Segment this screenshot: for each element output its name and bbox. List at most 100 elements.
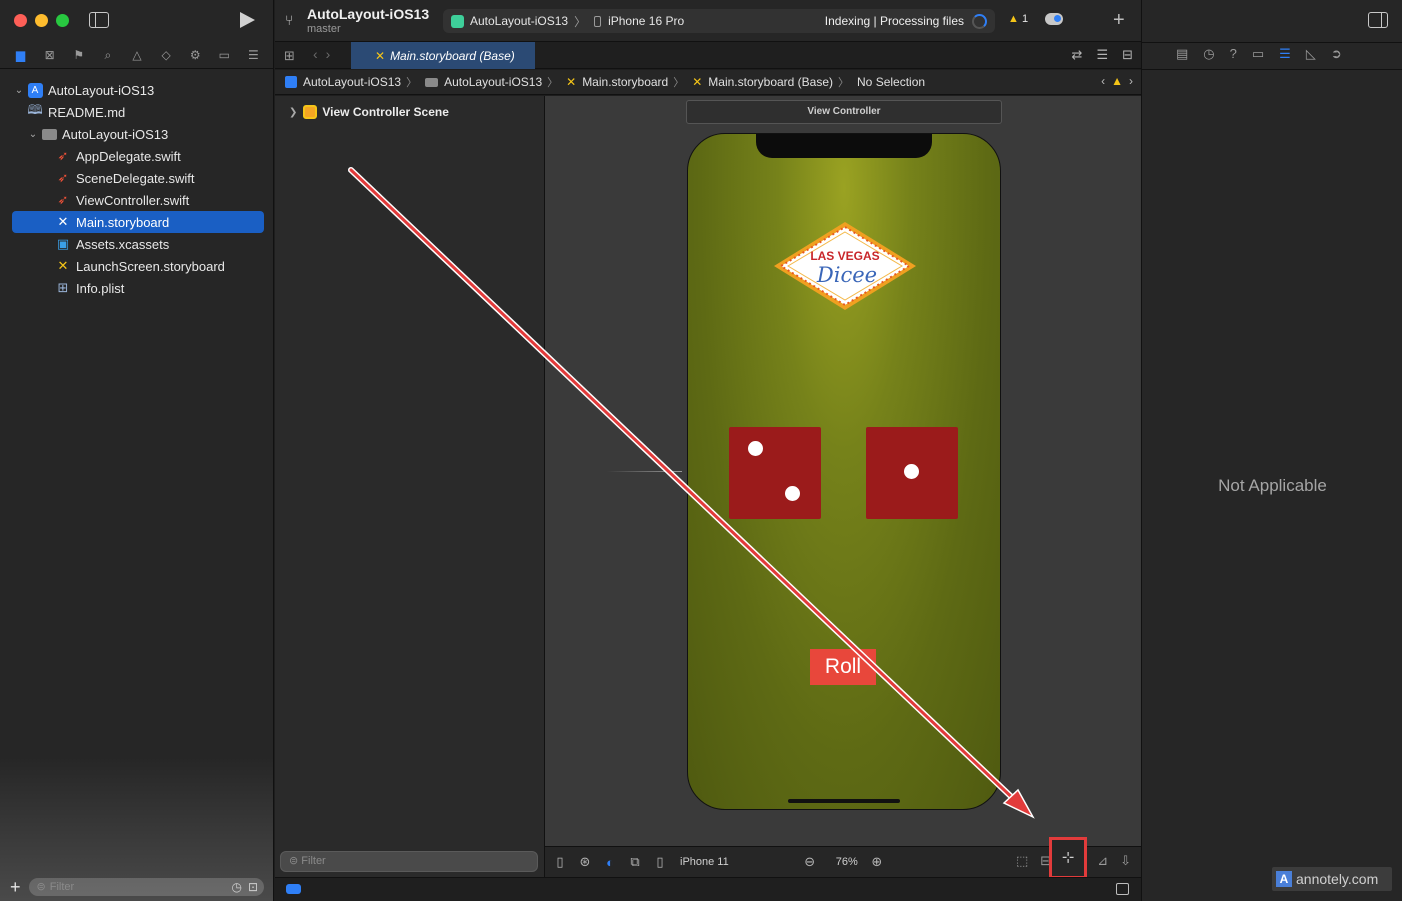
tab-label: Main.storyboard (Base) bbox=[390, 48, 515, 63]
split-editor-icon[interactable]: ⊟ bbox=[1122, 47, 1133, 63]
roll-button[interactable]: Roll bbox=[810, 649, 876, 685]
progress-spinner-icon bbox=[972, 13, 987, 29]
orientation-icon[interactable]: ⧉ bbox=[628, 854, 642, 870]
run-destination[interactable]: iPhone 16 Pro bbox=[608, 14, 684, 28]
inspector-toggle-icon[interactable] bbox=[1368, 12, 1388, 28]
test-icon[interactable]: ◇ bbox=[158, 47, 174, 63]
scene-label: View Controller Scene bbox=[322, 105, 449, 119]
warning-badge[interactable]: ▲ 1 bbox=[1008, 13, 1028, 25]
cloud-icon[interactable] bbox=[1045, 13, 1063, 25]
bookmark-icon[interactable]: ⚑ bbox=[71, 47, 87, 63]
inspector-panel: ▤ ◷ ? ▭ ☰ ◺ ➲ Not Applicable A annotely.… bbox=[1141, 0, 1402, 901]
annotely-logo-icon: A bbox=[1276, 871, 1292, 887]
project-title: AutoLayout-iOS13 bbox=[307, 6, 430, 22]
source-control-icon[interactable]: ⊠ bbox=[42, 47, 58, 63]
tree-item-infoplist[interactable]: ⊞ Info.plist bbox=[12, 277, 264, 299]
activity-status: Indexing | Processing files bbox=[824, 14, 964, 28]
file-icon[interactable]: ▤ bbox=[1176, 46, 1188, 62]
history-icon[interactable]: ◷ bbox=[1203, 46, 1214, 62]
tree-item-launchscreen[interactable]: ✕ LaunchScreen.storyboard bbox=[12, 255, 264, 277]
editor-options-icon[interactable]: ☰ bbox=[1096, 47, 1108, 63]
tree-item-group[interactable]: ⌄ AutoLayout-iOS13 bbox=[12, 123, 264, 145]
size-icon[interactable]: ◺ bbox=[1306, 46, 1316, 62]
navigator-filter-input[interactable]: ⊜ Filter ◷ ⊡ bbox=[28, 878, 264, 896]
add-file-button[interactable]: + bbox=[10, 877, 21, 898]
tree-item-main-storyboard[interactable]: ✕ Main.storyboard bbox=[12, 211, 264, 233]
device-icon[interactable]: ▯ bbox=[653, 854, 667, 870]
issue-icon[interactable]: △ bbox=[129, 47, 145, 63]
chevron-down-icon[interactable]: ⌄ bbox=[26, 129, 40, 140]
tab-main-storyboard[interactable]: ✕ Main.storyboard (Base) bbox=[351, 42, 535, 69]
folder-icon bbox=[40, 126, 58, 142]
folder-icon[interactable]: ▆ bbox=[13, 47, 29, 63]
outline-item-scene[interactable]: ❯ View Controller Scene bbox=[289, 105, 449, 119]
back-forward-icons[interactable]: ‹› bbox=[313, 46, 338, 62]
window-toolbar: ⑂ AutoLayout-iOS13 master AutoLayout-iOS… bbox=[275, 0, 1141, 42]
source-control-filter-icon[interactable]: ⊡ bbox=[248, 878, 258, 896]
tree-item-label: README.md bbox=[48, 104, 126, 120]
tree-item-project[interactable]: ⌄ A AutoLayout-iOS13 bbox=[12, 79, 264, 101]
zoom-in-icon[interactable]: ⊕ bbox=[870, 854, 884, 870]
chevron-down-icon[interactable]: ⌄ bbox=[12, 85, 26, 96]
las-vegas-dicee-logo[interactable]: LAS VEGAS Dicee bbox=[772, 220, 918, 312]
zoom-out-icon[interactable]: ⊖ bbox=[803, 854, 817, 870]
device-selector[interactable]: iPhone 11 bbox=[680, 856, 729, 868]
update-frames-icon[interactable]: ⬚ bbox=[1016, 853, 1028, 869]
resolve-autolayout-issues-button[interactable]: ⊹ bbox=[1049, 837, 1087, 879]
canvas-bottom-bar: ▯ ⊛ ◐ ⧉ ▯ iPhone 11 ⊖ 76% ⊕ ⬚ ⊟ ⊿ ⇩ ⊹ bbox=[545, 837, 1141, 879]
scheme-name[interactable]: AutoLayout-iOS13 bbox=[470, 14, 568, 28]
swift-icon: ➶ bbox=[57, 148, 69, 163]
right-dice-image[interactable] bbox=[866, 427, 958, 519]
find-icon[interactable]: ⌕ bbox=[100, 47, 116, 63]
chevron-right-icon[interactable]: ❯ bbox=[289, 107, 297, 118]
add-constraints-icon[interactable]: ⊿ bbox=[1097, 853, 1108, 869]
debug-area-toggle-icon[interactable] bbox=[1116, 883, 1129, 895]
attributes-icon[interactable]: ☰ bbox=[1279, 46, 1291, 62]
outline-filter-input[interactable]: ⊜ Filter bbox=[280, 851, 538, 872]
library-plus-button[interactable]: + bbox=[1113, 9, 1125, 32]
book-icon: 🕮 bbox=[27, 102, 43, 117]
embed-in-icon[interactable]: ⇩ bbox=[1120, 853, 1131, 869]
appearance-icon[interactable]: ◐ bbox=[603, 855, 617, 870]
breadcrumb-folder[interactable]: AutoLayout-iOS13 bbox=[425, 75, 542, 89]
accessibility-icon[interactable]: ⊛ bbox=[578, 854, 592, 870]
help-icon[interactable]: ? bbox=[1230, 46, 1237, 62]
connections-icon[interactable]: ➲ bbox=[1331, 46, 1342, 62]
tree-item-assets[interactable]: ▣ Assets.xcassets bbox=[12, 233, 264, 255]
identity-icon[interactable]: ▭ bbox=[1252, 46, 1264, 62]
watermark-text: annotely.com bbox=[1296, 871, 1379, 887]
recent-files-icon[interactable]: ◷ bbox=[232, 878, 242, 896]
iphone-frame[interactable]: LAS VEGAS Dicee Roll bbox=[687, 133, 1001, 810]
tree-item-viewcontroller[interactable]: ➶ ViewController.swift bbox=[12, 189, 264, 211]
scene-dock-label[interactable]: View Controller bbox=[686, 100, 1002, 124]
sidebar-toggle-icon[interactable] bbox=[89, 12, 109, 28]
debug-icon[interactable]: ⚙ bbox=[187, 47, 203, 63]
breadcrumb-project[interactable]: AutoLayout-iOS13 bbox=[285, 75, 401, 89]
chevron-left-icon[interactable]: ‹ bbox=[1101, 74, 1105, 88]
tree-item-appdelegate[interactable]: ➶ AppDelegate.swift bbox=[12, 145, 264, 167]
zoom-level[interactable]: 76% bbox=[836, 856, 858, 868]
tree-item-readme[interactable]: 🕮 README.md bbox=[12, 101, 264, 123]
left-dice-image[interactable] bbox=[729, 427, 821, 519]
breadcrumb-localization[interactable]: ✕ Main.storyboard (Base) bbox=[692, 75, 833, 89]
chevron-right-icon[interactable]: › bbox=[1129, 74, 1133, 88]
breadcrumb-selection[interactable]: No Selection bbox=[857, 75, 925, 89]
branch-name[interactable]: master bbox=[307, 23, 341, 35]
folder-icon bbox=[425, 77, 439, 87]
report-icon[interactable]: ☰ bbox=[245, 47, 261, 63]
run-icon[interactable] bbox=[240, 12, 255, 28]
scheme-selector[interactable]: AutoLayout-iOS13 〉 iPhone 16 Pro Indexin… bbox=[443, 9, 995, 33]
swap-icon[interactable]: ⇄ bbox=[1072, 47, 1083, 63]
warning-icon[interactable]: ▲ bbox=[1111, 74, 1123, 88]
outline-toggle-icon[interactable]: ▯ bbox=[553, 854, 567, 870]
breakpoints-toggle-icon[interactable] bbox=[286, 884, 301, 894]
close-window-button[interactable] bbox=[14, 14, 27, 27]
tree-item-scenedelegate[interactable]: ➶ SceneDelegate.swift bbox=[12, 167, 264, 189]
minimize-window-button[interactable] bbox=[35, 14, 48, 27]
related-items-icon[interactable]: ⊞ bbox=[284, 48, 295, 64]
zoom-window-button[interactable] bbox=[56, 14, 69, 27]
breakpoint-icon[interactable]: ▭ bbox=[216, 47, 232, 63]
storyboard-canvas[interactable]: View Controller LAS VEGAS Dicee Roll bbox=[545, 96, 1141, 846]
editor-options: ⇄ ☰ ⊟ bbox=[1072, 47, 1133, 63]
breadcrumb-file[interactable]: ✕ Main.storyboard bbox=[566, 75, 668, 89]
